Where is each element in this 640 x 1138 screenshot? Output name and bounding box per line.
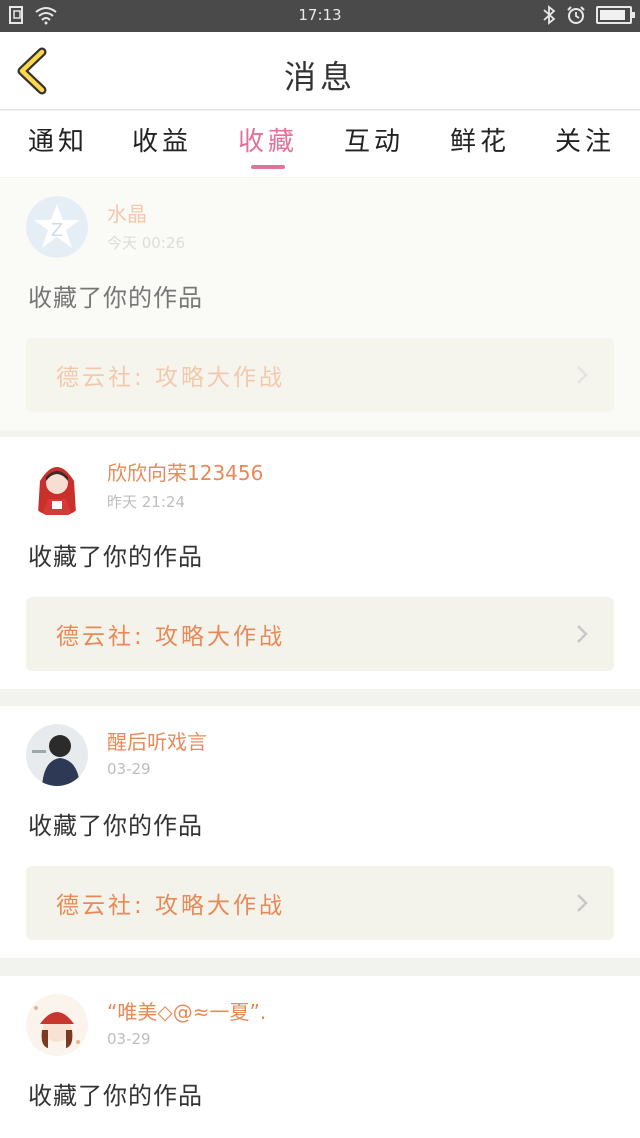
action-text: 收藏了你的作品 [28,1082,203,1110]
message-card: “唯美◇@≈一夏”. 03-29 收藏了你的作品 [0,976,640,1138]
timestamp: 昨天 21:24 [107,493,185,511]
work-title: 德云社: 攻略大作战 [56,624,286,650]
tab-label: 收益 [131,127,192,157]
message-card: Z 水晶 今天 00:26 收藏了你的作品 德云社: 攻略大作战 [0,178,640,430]
username[interactable]: 水晶 [107,198,147,227]
action-text: 收藏了你的作品 [28,284,203,312]
username[interactable]: 醒后听戏言 [107,726,207,755]
avatar[interactable]: Z [26,196,88,258]
action-text: 收藏了你的作品 [28,543,203,571]
tab-label: 关注 [554,127,615,157]
svg-text:Z: Z [51,220,63,241]
tab-flowers[interactable]: 鲜花 [440,121,520,158]
status-bar: 17:13 [0,0,640,32]
person-photo-avatar-icon [26,724,88,786]
work-link[interactable]: 德云社: 攻略大作战 [26,338,614,412]
action-text: 收藏了你的作品 [28,812,203,840]
work-link[interactable]: 德云社: 攻略大作战 [26,597,614,671]
work-title: 德云社: 攻略大作战 [56,893,286,919]
tab-interactions[interactable]: 互动 [334,121,414,158]
tab-label: 收藏 [237,127,298,157]
username[interactable]: “唯美◇@≈一夏”. [107,996,266,1025]
tab-follows[interactable]: 关注 [545,121,625,158]
tab-favorites[interactable]: 收藏 [228,121,308,169]
chevron-right-icon [577,625,588,643]
chevron-right-icon [577,366,588,384]
page-title: 消息 [283,58,356,96]
tab-notifications[interactable]: 通知 [18,121,98,158]
avatar[interactable] [26,724,88,786]
tab-bar: 通知 收益 收藏 互动 鲜花 关注 [0,111,640,177]
bluetooth-icon [543,5,556,25]
timestamp: 今天 00:26 [107,234,185,252]
battery-icon [596,6,635,24]
message-card: 欣欣向荣123456 昨天 21:24 收藏了你的作品 德云社: 攻略大作战 [0,437,640,689]
battery-level [600,10,625,20]
alarm-icon [567,6,585,24]
timestamp: 03-29 [107,1030,151,1048]
tab-label: 通知 [27,127,88,157]
avatar[interactable] [26,455,88,517]
username[interactable]: 欣欣向荣123456 [107,457,263,486]
timestamp: 03-29 [107,760,151,778]
avatar[interactable] [26,994,88,1056]
anime-girl-avatar-icon [26,455,88,517]
nav-bar: 消息 [0,32,640,110]
girl-red-hat-avatar-icon [26,994,88,1056]
work-link[interactable]: 德云社: 攻略大作战 [26,866,614,940]
tab-label: 鲜花 [449,127,510,157]
work-title: 德云社: 攻略大作战 [56,365,286,391]
tab-earnings[interactable]: 收益 [122,121,202,158]
message-card: 醒后听戏言 03-29 收藏了你的作品 德云社: 攻略大作战 [0,706,640,958]
qq-avatar-icon: Z [26,196,88,258]
active-tab-indicator [251,165,285,169]
tab-label: 互动 [343,127,404,157]
status-right-icons [542,5,635,25]
chevron-right-icon [577,894,588,912]
